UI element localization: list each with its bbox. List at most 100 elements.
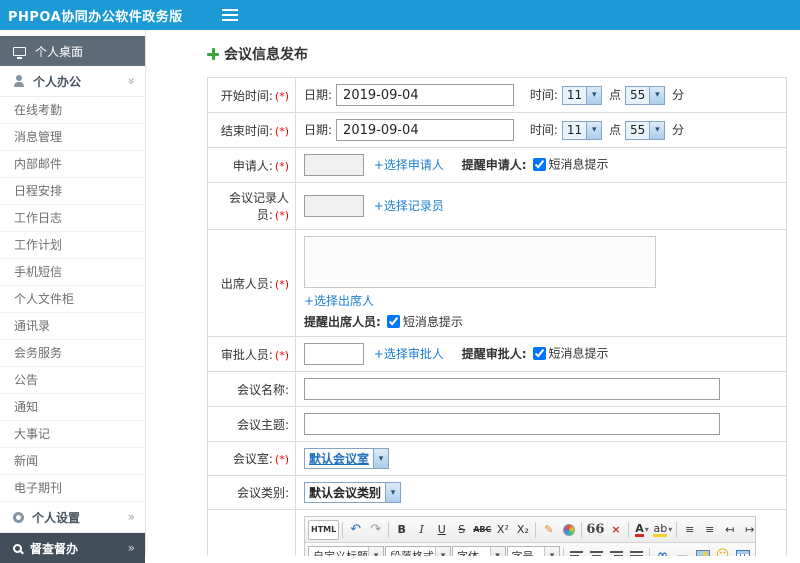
form-row-recorder: 会议记录人员:(*) +选择记录员 [208, 183, 787, 230]
applicant-sms-checkbox[interactable] [533, 158, 546, 171]
approver-input[interactable] [304, 343, 364, 365]
sidebar-item[interactable]: 通讯录 [0, 313, 145, 340]
field-label: 会议名称: [237, 383, 289, 397]
sidebar-group-office[interactable]: 个人办公 » [0, 66, 145, 97]
sidebar-item[interactable]: 日程安排 [0, 178, 145, 205]
topbar: PHPOA协同办公软件政务版 [0, 0, 800, 30]
select-value: 55 [626, 87, 649, 104]
sidebar-item[interactable]: 手机短信 [0, 259, 145, 286]
align-left-button[interactable] [567, 546, 586, 557]
outdent-button[interactable]: ↤ [720, 520, 739, 540]
sidebar-item[interactable]: 工作计划 [0, 232, 145, 259]
hamburger-menu-icon[interactable] [217, 2, 243, 28]
highlight-glyph: ab [653, 523, 667, 537]
minute-unit: 分 [672, 88, 684, 102]
time-label: 时间: [530, 88, 558, 102]
insert-image-button[interactable] [693, 546, 712, 557]
sidebar-item[interactable]: 新闻 [0, 448, 145, 475]
dropdown-arrow-icon: ▾ [586, 87, 601, 104]
dropdown-arrow-icon: ▾ [368, 547, 383, 557]
sidebar-group-settings[interactable]: 个人设置 » [0, 502, 145, 533]
font-size-select[interactable]: 字号▾ [507, 546, 561, 557]
editor-toolbar-row2: 自定义标题▾ 段落格式▾ 字体▾ 字号▾ ∞ — ☺ [305, 543, 755, 556]
field-label-cell: 会议类别: [208, 476, 296, 510]
meeting-room-select[interactable]: 默认会议室▾ [304, 448, 389, 469]
ordered-list-button[interactable]: ≡ [680, 520, 699, 540]
sidebar-item[interactable]: 内部邮件 [0, 151, 145, 178]
blockquote-button[interactable]: 66 [585, 520, 605, 540]
select-applicant-link[interactable]: +选择申请人 [374, 158, 444, 172]
start-minute-select[interactable]: 55▾ [625, 86, 665, 105]
indent-button[interactable]: ↦ [740, 520, 755, 540]
sidebar-item[interactable]: 消息管理 [0, 124, 145, 151]
attendees-sms-checkbox[interactable] [387, 315, 400, 328]
insert-table-button[interactable] [733, 546, 752, 557]
field-value-cell: 日期: 时间:11▾ 点55▾ 分 [296, 113, 787, 148]
insert-link-button[interactable]: ∞ [653, 546, 672, 557]
unordered-list-button[interactable]: ≡ [700, 520, 719, 540]
toolbar-separator [628, 522, 629, 538]
end-date-input[interactable] [336, 119, 514, 141]
start-date-input[interactable] [336, 84, 514, 106]
sidebar-item[interactable]: 工作日志 [0, 205, 145, 232]
superscript-button[interactable]: X² [493, 520, 512, 540]
bold-button[interactable]: B [392, 520, 411, 540]
align-justify-button[interactable] [627, 546, 646, 557]
monitor-icon [13, 47, 26, 56]
required-marker: (*) [275, 349, 289, 362]
paragraph-format-select[interactable]: 段落格式▾ [385, 546, 451, 557]
meeting-category-select[interactable]: 默认会议类别▾ [304, 482, 401, 503]
select-recorder-link[interactable]: +选择记录员 [374, 199, 444, 213]
sidebar-item-label: 个人桌面 [35, 43, 83, 60]
color-palette-button[interactable] [559, 520, 578, 540]
select-attendees-link[interactable]: +选择出席人 [304, 294, 374, 308]
sidebar-item-desktop[interactable]: 个人桌面 [0, 36, 145, 66]
sidebar-item[interactable]: 会务服务 [0, 340, 145, 367]
approver-sms-checkbox[interactable] [533, 347, 546, 360]
sidebar-group-label: 个人办公 [33, 73, 81, 90]
end-hour-select[interactable]: 11▾ [562, 121, 602, 140]
align-center-button[interactable] [587, 546, 606, 557]
end-minute-select[interactable]: 55▾ [625, 121, 665, 140]
sidebar-item[interactable]: 个人文件柜 [0, 286, 145, 313]
undo-button[interactable]: ↶ [346, 520, 365, 540]
toolbar-separator [535, 522, 536, 538]
italic-button[interactable]: I [412, 520, 431, 540]
meeting-subject-input[interactable] [304, 413, 720, 435]
select-value: 11 [563, 122, 586, 139]
applicant-input[interactable] [304, 154, 364, 176]
redo-button[interactable]: ↷ [366, 520, 385, 540]
horizontal-rule-button[interactable]: — [673, 546, 692, 557]
select-approver-link[interactable]: +选择审批人 [374, 347, 444, 361]
meeting-name-input[interactable] [304, 378, 720, 400]
highlight-color-button[interactable]: ab▾ [652, 520, 673, 540]
pen-button[interactable]: ✎ [539, 520, 558, 540]
field-label: 会议主题: [237, 418, 289, 432]
remove-format-button[interactable]: ABC [472, 520, 492, 540]
heading-style-select[interactable]: 自定义标题▾ [308, 546, 384, 557]
underline-button[interactable]: U [432, 520, 451, 540]
source-code-button[interactable]: HTML [308, 520, 339, 540]
meeting-form: 开始时间:(*) 日期: 时间:11▾ 点55▾ 分 结束时间:(*) 日期: … [207, 77, 787, 556]
sidebar-item[interactable]: 在线考勤 [0, 97, 145, 124]
sidebar-item[interactable]: 电子期刊 [0, 475, 145, 502]
sidebar-item[interactable]: 通知 [0, 394, 145, 421]
strikethrough-button[interactable]: S [452, 520, 471, 540]
field-value-cell: +选择审批人 提醒审批人:短消息提示 [296, 337, 787, 372]
start-hour-select[interactable]: 11▾ [562, 86, 602, 105]
dropdown-arrow-icon: ▾ [649, 122, 664, 139]
field-value-cell: +选择记录员 [296, 183, 787, 230]
sidebar-item[interactable]: 公告 [0, 367, 145, 394]
font-color-button[interactable]: A▾ [632, 520, 651, 540]
sidebar-group-supervision[interactable]: 督查督办 » [0, 533, 145, 563]
emoticon-button[interactable]: ☺ [713, 546, 732, 557]
clear-button[interactable]: × [606, 520, 625, 540]
align-right-button[interactable] [607, 546, 626, 557]
attendees-textarea[interactable] [304, 236, 656, 288]
sidebar-item[interactable]: 大事记 [0, 421, 145, 448]
form-row-meeting-category: 会议类别: 默认会议类别▾ [208, 476, 787, 510]
hour-unit: 点 [609, 123, 621, 137]
subscript-button[interactable]: X₂ [513, 520, 532, 540]
font-family-select[interactable]: 字体▾ [452, 546, 506, 557]
recorder-input[interactable] [304, 195, 364, 217]
